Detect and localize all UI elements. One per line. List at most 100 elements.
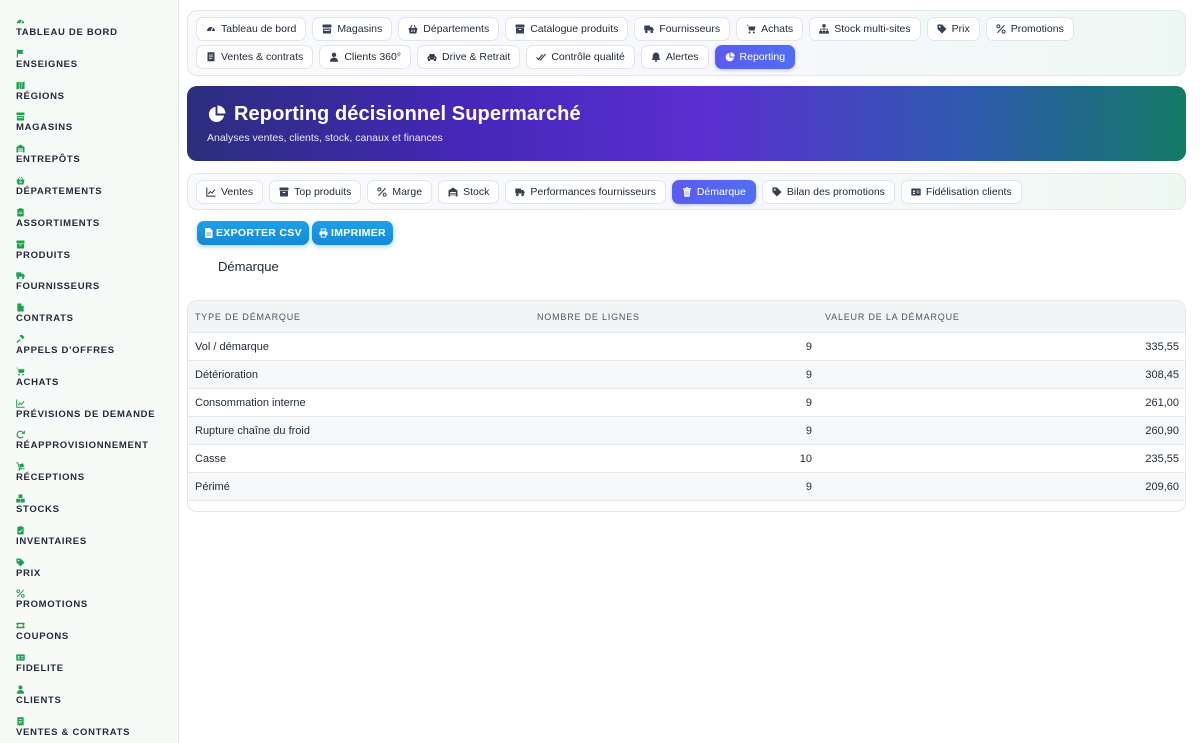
sidebar-item-inventaires[interactable]: INVENTAIRES — [0, 526, 178, 558]
sidebar-item-label: CONTRATS — [16, 313, 74, 325]
tab-stock-multi-sites[interactable]: Stock multi-sites — [809, 17, 921, 41]
banner-title-row: Reporting décisionnel Supermarché — [207, 103, 1166, 126]
sidebar-item-fournisseurs[interactable]: FOURNISSEURS — [0, 271, 178, 303]
cell-count: 9 — [805, 396, 812, 409]
sidebar-item-label: PRODUITS — [16, 249, 71, 261]
sidebar-item-prix[interactable]: PRIX — [0, 557, 178, 590]
sidebar-item-fidelite[interactable]: FIDELITE — [0, 653, 178, 685]
tab-label: Ventes & contrats — [221, 51, 304, 63]
cell-type: Vol / démarque — [195, 340, 269, 353]
tab-fournisseurs[interactable]: Fournisseurs — [634, 17, 731, 41]
tab-label: Promotions — [1010, 23, 1064, 35]
tab-promotions[interactable]: Promotions — [985, 17, 1074, 41]
sidebar-item-promotions[interactable]: PROMOTIONS — [0, 589, 178, 621]
sidebar-item-produits[interactable]: PRODUITS — [0, 240, 178, 272]
sidebar-item-label: CLIENTS — [16, 694, 62, 706]
shrinkage-table: TYPE DE DÉMARQUE NOMBRE DE LIGNES VALEUR… — [187, 300, 1186, 512]
tab-magasins[interactable]: Magasins — [312, 17, 393, 41]
tab-achats[interactable]: Achats — [736, 17, 804, 41]
cell-value: 335,55 — [1145, 340, 1179, 353]
sidebar-item-magasins[interactable]: MAGASINS — [0, 112, 178, 144]
tab-label: Stock multi-sites — [834, 23, 911, 35]
sidebar-item-départements[interactable]: DÉPARTEMENTS — [0, 176, 178, 208]
report-tab-marge[interactable]: Marge — [367, 179, 433, 204]
table-row: Vol / démarque 9 335,55 — [188, 333, 1185, 361]
column-header-type[interactable]: TYPE DE DÉMARQUE — [195, 312, 301, 322]
tab-clients-360[interactable]: Clients 360° — [319, 45, 412, 69]
sidebar-item-enseignes[interactable]: ENSEIGNES — [0, 49, 178, 81]
report-tab-label: Top produits — [294, 185, 352, 198]
cell-value: 209,60 — [1145, 480, 1179, 493]
print-button[interactable]: IMPRIMER — [312, 221, 393, 245]
sidebar-item-label: VENTES & CONTRATS — [16, 726, 131, 738]
tab-drive-retrait[interactable]: Drive & Retrait — [417, 45, 521, 69]
tab-alertes[interactable]: Alertes — [640, 45, 709, 69]
report-tab-bilan-des-promotions[interactable]: Bilan des promotions — [761, 179, 895, 204]
table-row: Casse 10 235,55 — [188, 445, 1185, 473]
report-tab-top-produits[interactable]: Top produits — [269, 179, 362, 204]
truck-icon — [644, 24, 655, 34]
sidebar-item-stocks[interactable]: STOCKS — [0, 494, 178, 526]
clipboard-icon — [16, 208, 26, 217]
chart-line-icon — [206, 187, 216, 197]
cell-type: Rupture chaîne du froid — [195, 424, 310, 437]
flag-icon — [16, 49, 26, 58]
tab-départements[interactable]: Départements — [398, 17, 500, 41]
car-icon — [427, 52, 437, 62]
report-tab-ventes[interactable]: Ventes — [196, 179, 264, 204]
user-icon — [16, 685, 26, 694]
tab-catalogue-produits[interactable]: Catalogue produits — [505, 17, 629, 41]
tags-icon — [16, 557, 26, 567]
tab-ventes-contrats[interactable]: Ventes & contrats — [196, 45, 314, 69]
report-tab-démarque[interactable]: Démarque — [671, 179, 756, 204]
basket-icon — [16, 176, 26, 185]
report-tab-performances-fournisseurs[interactable]: Performances fournisseurs — [505, 179, 666, 204]
cell-type: Casse — [195, 452, 227, 465]
sidebar-item-achats[interactable]: ACHATS — [0, 367, 178, 399]
sidebar-item-label: COUPONS — [16, 631, 69, 643]
percent-icon — [377, 186, 387, 197]
report-tab-fidélisation-clients[interactable]: Fidélisation clients — [900, 179, 1022, 204]
cell-count: 9 — [805, 424, 812, 437]
check-double-icon — [536, 52, 547, 62]
report-tab-stock[interactable]: Stock — [438, 179, 500, 204]
section-title: Démarque — [218, 259, 279, 274]
dolly-icon — [16, 462, 26, 471]
cell-value: 235,55 — [1145, 452, 1179, 465]
column-header-value[interactable]: VALEUR DE LA DÉMARQUE — [825, 312, 960, 322]
sidebar-item-régions[interactable]: RÉGIONS — [0, 81, 178, 113]
sidebar-item-clients[interactable]: CLIENTS — [0, 685, 178, 717]
map-icon — [16, 81, 26, 90]
sidebar-item-label: INVENTAIRES — [16, 535, 87, 547]
gauge-icon — [206, 24, 216, 34]
sidebar-item-label: ACHATS — [16, 376, 60, 388]
cell-count: 9 — [805, 368, 812, 381]
tab-label: Contrôle qualité — [551, 51, 625, 63]
sidebar-item-label: PROMOTIONS — [16, 599, 88, 611]
sidebar-item-entrepôts[interactable]: ENTREPÔTS — [0, 144, 178, 176]
sidebar-item-label: PRÉVISIONS DE DEMANDE — [16, 408, 156, 420]
report-tab-label: Bilan des promotions — [786, 185, 885, 198]
page-subtitle: Analyses ventes, clients, stock, canaux … — [207, 132, 443, 144]
tab-reporting[interactable]: Reporting — [714, 45, 796, 69]
sidebar-item-contrats[interactable]: CONTRATS — [0, 303, 178, 335]
sidebar-item-coupons[interactable]: COUPONS — [0, 621, 178, 653]
tab-tableau-de-bord[interactable]: Tableau de bord — [196, 17, 307, 41]
boxes-icon — [16, 494, 26, 503]
tab-contrôle-qualité[interactable]: Contrôle qualité — [526, 45, 635, 69]
store-icon — [322, 24, 332, 34]
sidebar-item-réceptions[interactable]: RÉCEPTIONS — [0, 462, 178, 494]
export-csv-button[interactable]: EXPORTER CSV — [197, 221, 309, 245]
sidebar-item-réapprovisionnement[interactable]: RÉAPPROVISIONNEMENT — [0, 430, 178, 462]
table-body: Vol / démarque 9 335,55 Détérioration 9 308,4… — [188, 333, 1185, 501]
column-header-count[interactable]: NOMBRE DE LIGNES — [537, 312, 640, 322]
sidebar-item-label: PRIX — [16, 567, 41, 579]
box-icon — [515, 24, 525, 34]
sidebar-item-prévisions-de-demande[interactable]: PRÉVISIONS DE DEMANDE — [0, 399, 178, 431]
sidebar-item-label: RÉCEPTIONS — [16, 472, 85, 484]
sidebar-item-tableau-de-bord[interactable]: TABLEAU DE BORD — [0, 17, 178, 49]
sidebar-item-ventes-contrats[interactable]: VENTES & CONTRATS — [0, 716, 178, 743]
sidebar-item-appels-d-offres[interactable]: APPELS D'OFFRES — [0, 334, 178, 367]
tab-prix[interactable]: Prix — [926, 17, 980, 41]
sidebar-item-assortiments[interactable]: ASSORTIMENTS — [0, 208, 178, 240]
